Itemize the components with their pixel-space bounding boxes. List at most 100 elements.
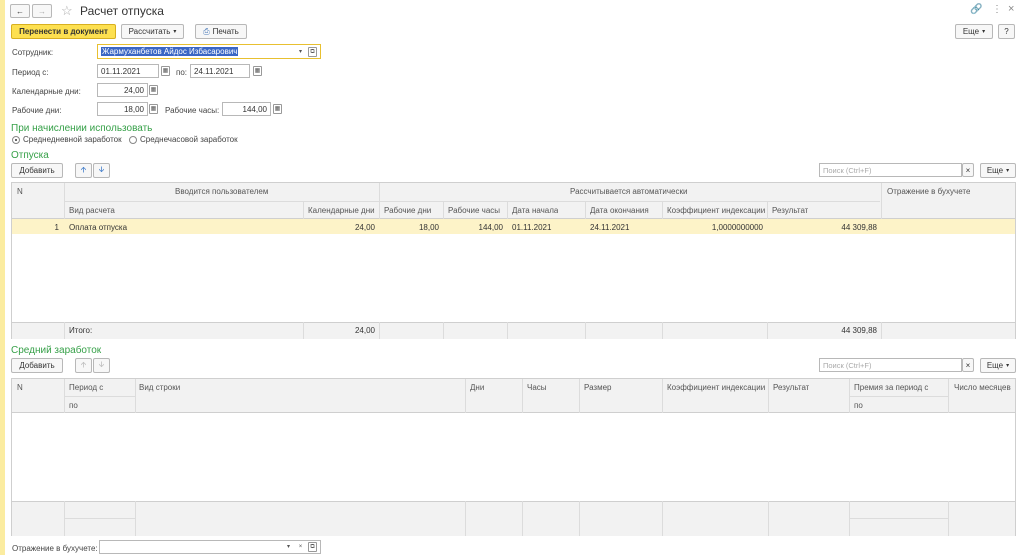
- row-type: Оплата отпуска: [69, 223, 128, 232]
- work-days-field[interactable]: 18,00: [97, 102, 148, 116]
- arrow-down-icon: 🡫: [98, 359, 105, 369]
- col-start: Дата начала: [512, 206, 559, 215]
- arrow-up-icon: 🡩: [80, 164, 87, 174]
- calendar-days-field[interactable]: 24,00: [97, 83, 148, 97]
- vacations-table: N Вводится пользователем Рассчитывается …: [11, 182, 1016, 339]
- row-end: 24.11.2021: [590, 223, 630, 232]
- arrow-right-icon: →: [38, 6, 46, 16]
- caret-down-icon: ▾: [1006, 168, 1010, 174]
- move-down-button[interactable]: 🡫: [93, 163, 110, 178]
- favorite-star-icon[interactable]: ☆: [61, 3, 73, 19]
- radio-daily[interactable]: [12, 136, 20, 144]
- col-bonus-from: Премия за период с: [854, 383, 929, 392]
- period-from-label: Период с:: [12, 68, 49, 77]
- radio-hourly[interactable]: [129, 136, 137, 144]
- accrual-section-title: При начислении использовать: [11, 123, 153, 134]
- dropdown-icon[interactable]: ▾: [284, 542, 293, 552]
- col-months: Число месяцев: [954, 383, 1011, 392]
- back-button[interactable]: ←: [10, 4, 30, 18]
- caret-down-icon: ▾: [1006, 363, 1010, 369]
- forward-button[interactable]: →: [32, 4, 52, 18]
- row-coef: 1,0000000000: [711, 223, 763, 232]
- calculate-button[interactable]: Рассчитать ▾: [121, 24, 184, 39]
- print-button[interactable]: ⎙ Печать: [195, 24, 247, 39]
- move-up-button[interactable]: 🡩: [75, 163, 92, 178]
- employee-value: Жармуханбетов Айдос Избасарович: [101, 47, 239, 56]
- avg-more-button[interactable]: Еще ▾: [980, 358, 1016, 373]
- col-result: Результат: [772, 206, 809, 215]
- total-result: 44 309,88: [841, 326, 877, 335]
- avg-search-input[interactable]: Поиск (Ctrl+F): [819, 358, 962, 372]
- vacations-more-button[interactable]: Еще ▾: [980, 163, 1016, 178]
- avg-section-title: Средний заработок: [11, 345, 102, 356]
- more-button[interactable]: Еще ▾: [955, 24, 993, 39]
- calendar-icon[interactable]: ▦: [161, 66, 170, 76]
- clear-search-button[interactable]: ×: [962, 163, 974, 177]
- row-wh: 144,00: [478, 223, 503, 232]
- calculate-label: Рассчитать: [128, 27, 171, 36]
- calendar-days-label: Календарные дни:: [12, 87, 81, 96]
- vacations-section-title: Отпуска: [11, 150, 49, 161]
- avg-table: N Период с по Вид строки Дни Часы Размер…: [11, 378, 1016, 536]
- vacations-search-input[interactable]: Поиск (Ctrl+F): [819, 163, 962, 177]
- col-result: Результат: [773, 383, 810, 392]
- avg-clear-search-button[interactable]: ×: [962, 358, 974, 372]
- employee-label: Сотрудник:: [12, 48, 54, 57]
- col-size: Размер: [584, 383, 612, 392]
- group-user: Вводится пользователем: [175, 187, 269, 196]
- caret-down-icon: ▾: [173, 29, 177, 35]
- print-label: Печать: [212, 27, 239, 36]
- col-cal-days: Календарные дни: [308, 206, 375, 215]
- calculator-icon[interactable]: ▦: [273, 104, 282, 114]
- col-n: N: [17, 187, 23, 196]
- dropdown-icon[interactable]: ▾: [296, 47, 305, 57]
- total-label: Итого:: [69, 326, 93, 335]
- calendar-icon[interactable]: ▦: [253, 66, 262, 76]
- col-work-days: Рабочие дни: [384, 206, 432, 215]
- link-icon[interactable]: 🔗: [970, 4, 982, 15]
- col-coef: Коэффициент индексации: [667, 206, 766, 215]
- transfer-to-document-button[interactable]: Перенести в документ: [11, 24, 116, 39]
- row-start: 01.11.2021: [512, 223, 552, 232]
- group-auto: Рассчитывается автоматически: [570, 187, 688, 196]
- close-icon: ×: [965, 165, 971, 175]
- calculator-icon[interactable]: ▦: [149, 85, 158, 95]
- period-to-field[interactable]: 24.11.2021: [190, 64, 250, 78]
- col-n: N: [17, 383, 23, 392]
- col-period-to: по: [69, 401, 78, 410]
- menu-dots-icon[interactable]: ⋮: [992, 4, 1002, 15]
- calculator-icon[interactable]: ▦: [149, 104, 158, 114]
- col-accounting: Отражение в бухучете: [887, 187, 971, 196]
- vacations-add-button[interactable]: Добавить: [11, 163, 63, 178]
- more-label: Еще: [986, 361, 1004, 370]
- arrow-left-icon: ←: [16, 6, 24, 16]
- row-n: 1: [54, 223, 59, 232]
- caret-down-icon: ▾: [982, 29, 986, 35]
- radio-hourly-label: Среднечасовой заработок: [140, 135, 238, 144]
- close-icon: ×: [965, 360, 971, 370]
- arrow-down-icon: 🡫: [98, 164, 105, 174]
- col-days: Дни: [470, 383, 485, 392]
- row-wd: 18,00: [418, 223, 439, 232]
- avg-move-down-button[interactable]: 🡫: [93, 358, 110, 373]
- close-icon[interactable]: ×: [1008, 3, 1014, 15]
- row-cal: 24,00: [354, 223, 375, 232]
- open-icon[interactable]: ⧉: [308, 47, 317, 57]
- period-to-label: по:: [176, 68, 188, 77]
- help-button[interactable]: ?: [998, 24, 1015, 39]
- work-days-label: Рабочие дни:: [12, 106, 62, 115]
- clear-icon[interactable]: ×: [296, 542, 305, 552]
- accounting-label: Отражение в бухучете:: [12, 544, 98, 553]
- radio-daily-label: Среднедневной заработок: [23, 135, 122, 144]
- avg-add-button[interactable]: Добавить: [11, 358, 63, 373]
- more-label: Еще: [986, 166, 1004, 175]
- avg-move-up-button[interactable]: 🡩: [75, 358, 92, 373]
- more-label: Еще: [962, 27, 980, 36]
- page-title: Расчет отпуска: [80, 4, 164, 18]
- employee-field[interactable]: Жармуханбетов Айдос Избасарович: [97, 44, 321, 59]
- work-hours-field[interactable]: 144,00: [222, 102, 271, 116]
- open-icon[interactable]: ⧉: [308, 542, 317, 552]
- period-from-field[interactable]: 01.11.2021: [97, 64, 159, 78]
- total-cal: 24,00: [354, 326, 375, 335]
- col-kind: Вид строки: [139, 383, 181, 392]
